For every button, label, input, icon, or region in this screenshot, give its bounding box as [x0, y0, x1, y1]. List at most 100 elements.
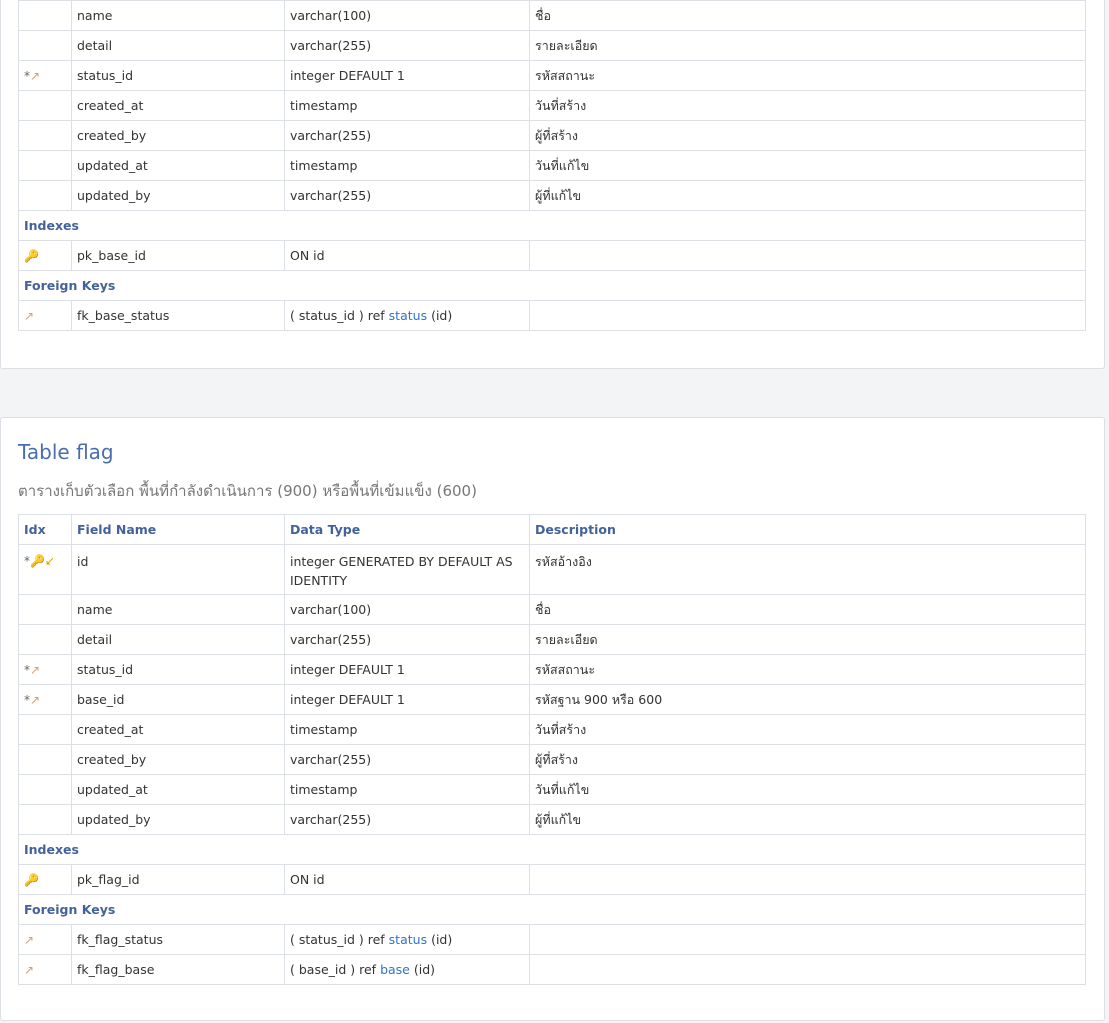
foreign-key-description — [529, 924, 1086, 955]
field-name: name — [71, 0, 285, 31]
foreign-key-description — [529, 300, 1086, 331]
field-name: base_id — [71, 684, 285, 715]
index-definition: ON id — [284, 240, 530, 271]
data-type: integer GENERATED BY DEFAULT AS IDENTITY — [284, 544, 530, 595]
foreign-key-arrow-icon: ↗ — [24, 308, 35, 323]
row-idx — [18, 744, 72, 775]
data-type: varchar(100) — [284, 0, 530, 31]
foreign-key-arrow-icon: ↗ — [30, 68, 41, 83]
table-row: name varchar(100) ชื่อ — [18, 594, 1086, 625]
indexes-heading: Indexes — [18, 210, 1086, 241]
row-idx: *↗ — [18, 684, 72, 715]
description: ผู้ที่แก้ไข — [529, 180, 1086, 211]
index-description — [529, 864, 1086, 895]
foreign-keys-section-row: Foreign Keys — [18, 894, 1086, 925]
index-row: 🔑 pk_base_id ON id — [18, 240, 1086, 271]
fk-ref-columns: (id) — [427, 932, 453, 947]
row-idx: 🔑 — [18, 240, 72, 271]
header-idx: Idx — [18, 514, 72, 545]
data-type: timestamp — [284, 90, 530, 121]
field-name: name — [71, 594, 285, 625]
fk-columns: ( status_id ) ref — [290, 932, 389, 947]
ref-table-link-status[interactable]: status — [389, 932, 427, 947]
data-type: varchar(100) — [284, 594, 530, 625]
table-row: *↗ status_id integer DEFAULT 1 รหัสสถานะ — [18, 60, 1086, 91]
fk-columns: ( status_id ) ref — [290, 308, 389, 323]
table-row: updated_by varchar(255) ผู้ที่แก้ไข — [18, 804, 1086, 835]
data-type: integer DEFAULT 1 — [284, 654, 530, 685]
row-idx: *↗ — [18, 60, 72, 91]
row-idx — [18, 90, 72, 121]
field-name: updated_by — [71, 180, 285, 211]
field-name: updated_at — [71, 774, 285, 805]
data-type: integer DEFAULT 1 — [284, 684, 530, 715]
table-base-panel: name varchar(100) ชื่อ detail varchar(25… — [0, 0, 1105, 369]
field-name: status_id — [71, 60, 285, 91]
foreign-key-description — [529, 954, 1086, 985]
table-row: created_by varchar(255) ผู้ที่สร้าง — [18, 120, 1086, 151]
row-idx — [18, 0, 72, 31]
field-name: created_by — [71, 120, 285, 151]
foreign-key-arrow-icon: ↗ — [24, 932, 35, 947]
ref-table-link-base[interactable]: base — [380, 962, 410, 977]
table-row: *↗ base_id integer DEFAULT 1 รหัสฐาน 900… — [18, 684, 1086, 715]
data-type: varchar(255) — [284, 804, 530, 835]
foreign-keys-section-row: Foreign Keys — [18, 270, 1086, 301]
field-name: created_at — [71, 714, 285, 745]
foreign-key-name: fk_flag_status — [71, 924, 285, 955]
table-row: updated_at timestamp วันที่แก้ไข — [18, 774, 1086, 805]
foreign-key-name: fk_flag_base — [71, 954, 285, 985]
table-title: Table flag — [18, 440, 114, 464]
indexes-section-row: Indexes — [18, 834, 1086, 865]
table-row: created_at timestamp วันที่สร้าง — [18, 714, 1086, 745]
table-flag-panel: Table flag ตารางเก็บตัวเลือก พื้นที่กำลั… — [0, 417, 1105, 1021]
row-idx: *↗ — [18, 654, 72, 685]
row-idx — [18, 594, 72, 625]
foreign-key-name: fk_base_status — [71, 300, 285, 331]
table-row: created_by varchar(255) ผู้ที่สร้าง — [18, 744, 1086, 775]
foreign-key-definition: ( status_id ) ref status (id) — [284, 924, 530, 955]
ref-table-link-status[interactable]: status — [389, 308, 427, 323]
row-idx — [18, 180, 72, 211]
foreign-key-definition: ( status_id ) ref status (id) — [284, 300, 530, 331]
row-idx: ↗ — [18, 924, 72, 955]
description: วันที่สร้าง — [529, 714, 1086, 745]
table-row: *🔑↙ id integer GENERATED BY DEFAULT AS I… — [18, 544, 1086, 595]
description: วันที่แก้ไข — [529, 774, 1086, 805]
foreign-keys-heading: Foreign Keys — [18, 270, 1086, 301]
field-name: detail — [71, 30, 285, 61]
description: วันที่แก้ไข — [529, 150, 1086, 181]
foreign-key-arrow-icon: ↗ — [30, 662, 41, 677]
table-row: detail varchar(255) รายละเอียด — [18, 624, 1086, 655]
data-type: varchar(255) — [284, 120, 530, 151]
description: รหัสสถานะ — [529, 60, 1086, 91]
foreign-key-row: ↗ fk_flag_status ( status_id ) ref statu… — [18, 924, 1086, 955]
table-subtitle: ตารางเก็บตัวเลือก พื้นที่กำลังดำเนินการ … — [18, 482, 477, 500]
field-name: updated_by — [71, 804, 285, 835]
row-idx: ↗ — [18, 954, 72, 985]
field-name: detail — [71, 624, 285, 655]
description: รหัสสถานะ — [529, 654, 1086, 685]
row-idx — [18, 30, 72, 61]
foreign-key-arrow-icon: ↗ — [30, 692, 41, 707]
description: รหัสอ้างอิง — [529, 544, 1086, 595]
field-name: created_by — [71, 744, 285, 775]
description: วันที่สร้าง — [529, 90, 1086, 121]
description: รหัสฐาน 900 หรือ 600 — [529, 684, 1086, 715]
key-icon: 🔑 — [24, 872, 39, 887]
table-row: created_at timestamp วันที่สร้าง — [18, 90, 1086, 121]
index-name: pk_flag_id — [71, 864, 285, 895]
foreign-keys-heading: Foreign Keys — [18, 894, 1086, 925]
table-base-columns: name varchar(100) ชื่อ detail varchar(25… — [18, 0, 1086, 331]
indexes-section-row: Indexes — [18, 210, 1086, 241]
foreign-key-row: ↗ fk_base_status ( status_id ) ref statu… — [18, 300, 1086, 331]
key-icon: 🔑 — [30, 554, 45, 568]
field-name: created_at — [71, 90, 285, 121]
index-name: pk_base_id — [71, 240, 285, 271]
table-row: detail varchar(255) รายละเอียด — [18, 30, 1086, 61]
header-description: Description — [529, 514, 1086, 545]
field-name: status_id — [71, 654, 285, 685]
foreign-key-definition: ( base_id ) ref base (id) — [284, 954, 530, 985]
header-field-name: Field Name — [71, 514, 285, 545]
table-flag-columns: Idx Field Name Data Type Description *🔑↙… — [18, 514, 1086, 985]
